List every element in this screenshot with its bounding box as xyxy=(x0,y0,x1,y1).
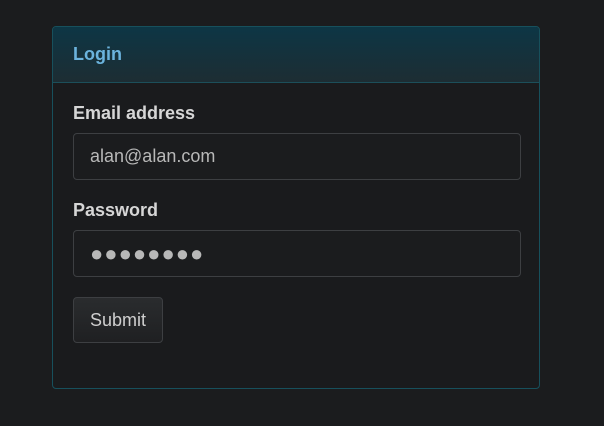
email-group: Email address xyxy=(73,103,521,180)
password-field[interactable] xyxy=(73,230,521,277)
panel-body: Email address Password Submit xyxy=(53,83,539,343)
login-panel: Login Email address Password Submit xyxy=(52,26,540,389)
submit-button[interactable]: Submit xyxy=(73,297,164,343)
login-form: Email address Password Submit xyxy=(73,103,521,343)
email-label: Email address xyxy=(73,103,196,123)
panel-heading: Login xyxy=(53,27,539,83)
password-label: Password xyxy=(73,200,159,220)
panel-title: Login xyxy=(73,44,122,64)
password-group: Password xyxy=(73,200,521,277)
email-field[interactable] xyxy=(73,133,521,180)
